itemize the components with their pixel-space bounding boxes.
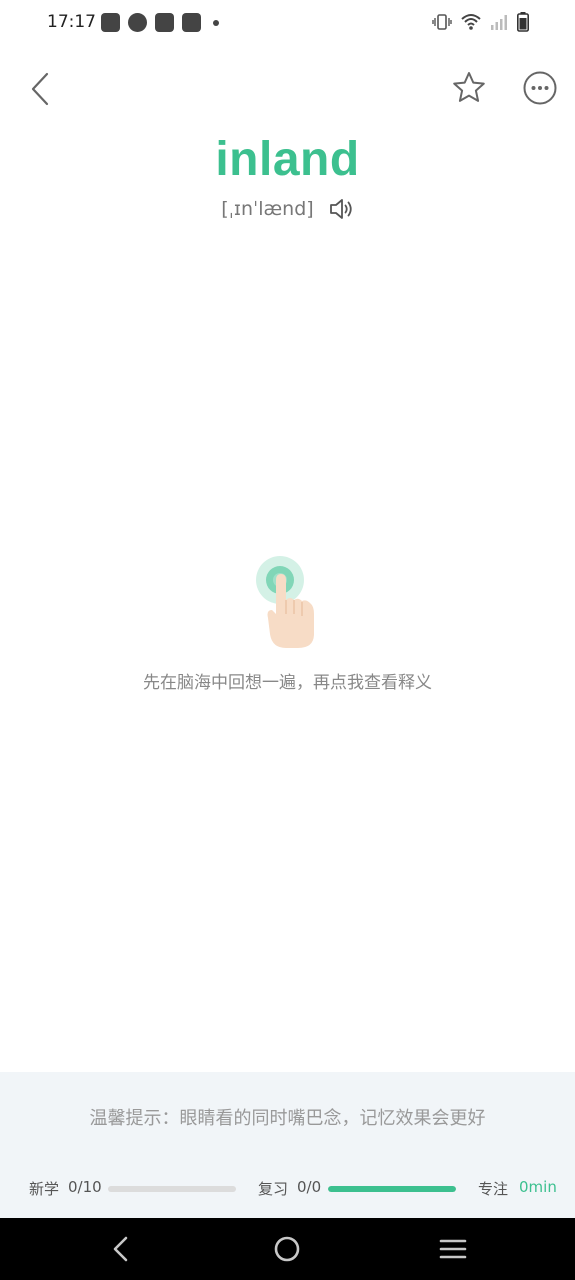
- tip-text: 温馨提示：眼睛看的同时嘴巴念，记忆效果会更好: [89, 1108, 486, 1129]
- system-icons: [432, 12, 529, 32]
- more-horizontal-icon[interactable]: [522, 70, 558, 106]
- tap-hand-icon[interactable]: [254, 554, 320, 652]
- bag-icon: [101, 13, 120, 32]
- status-bar: 17:17: [0, 0, 575, 48]
- status-time: 17:17: [47, 12, 96, 32]
- review-label: 复习: [258, 1180, 289, 1198]
- new-value: 0/10: [68, 1178, 102, 1196]
- tap-hint-text[interactable]: 先在脑海中回想一遍，再点我查看释义: [0, 668, 575, 693]
- review-progress-fill: [328, 1186, 456, 1192]
- notification-icons: [101, 13, 219, 32]
- star-outline-icon[interactable]: [451, 70, 487, 106]
- battery-icon: [517, 12, 529, 32]
- speaker-icon[interactable]: [328, 196, 354, 222]
- bag-icon: [182, 13, 201, 32]
- review-progress-bar: [328, 1186, 456, 1192]
- new-progress-bar: [108, 1186, 236, 1192]
- signal-icon: [491, 15, 507, 30]
- top-bar: [0, 60, 575, 116]
- nav-home-icon[interactable]: [272, 1234, 302, 1264]
- nav-back-icon[interactable]: [106, 1234, 136, 1264]
- focus-value: 0min: [519, 1178, 557, 1196]
- word-title: inland: [215, 133, 360, 186]
- more-notifications-dot: [213, 19, 219, 26]
- nav-menu-icon[interactable]: [438, 1234, 468, 1264]
- review-value: 0/0: [297, 1178, 322, 1196]
- pronunciation-row: [ˌɪnˈlænd]: [0, 196, 575, 222]
- focus-label: 专注: [478, 1180, 509, 1198]
- speedometer-icon: [128, 13, 147, 32]
- chevron-left-icon[interactable]: [22, 70, 60, 108]
- stats-row: 新学 0/10 复习 0/0 专注 0min: [0, 1178, 575, 1202]
- vibrate-icon: [432, 14, 452, 30]
- bag-icon: [155, 13, 174, 32]
- wifi-icon: [461, 14, 481, 30]
- phonetic-text: [ˌɪnˈlænd]: [221, 198, 314, 220]
- system-nav-bar: [0, 1218, 575, 1280]
- new-label: 新学: [29, 1180, 60, 1198]
